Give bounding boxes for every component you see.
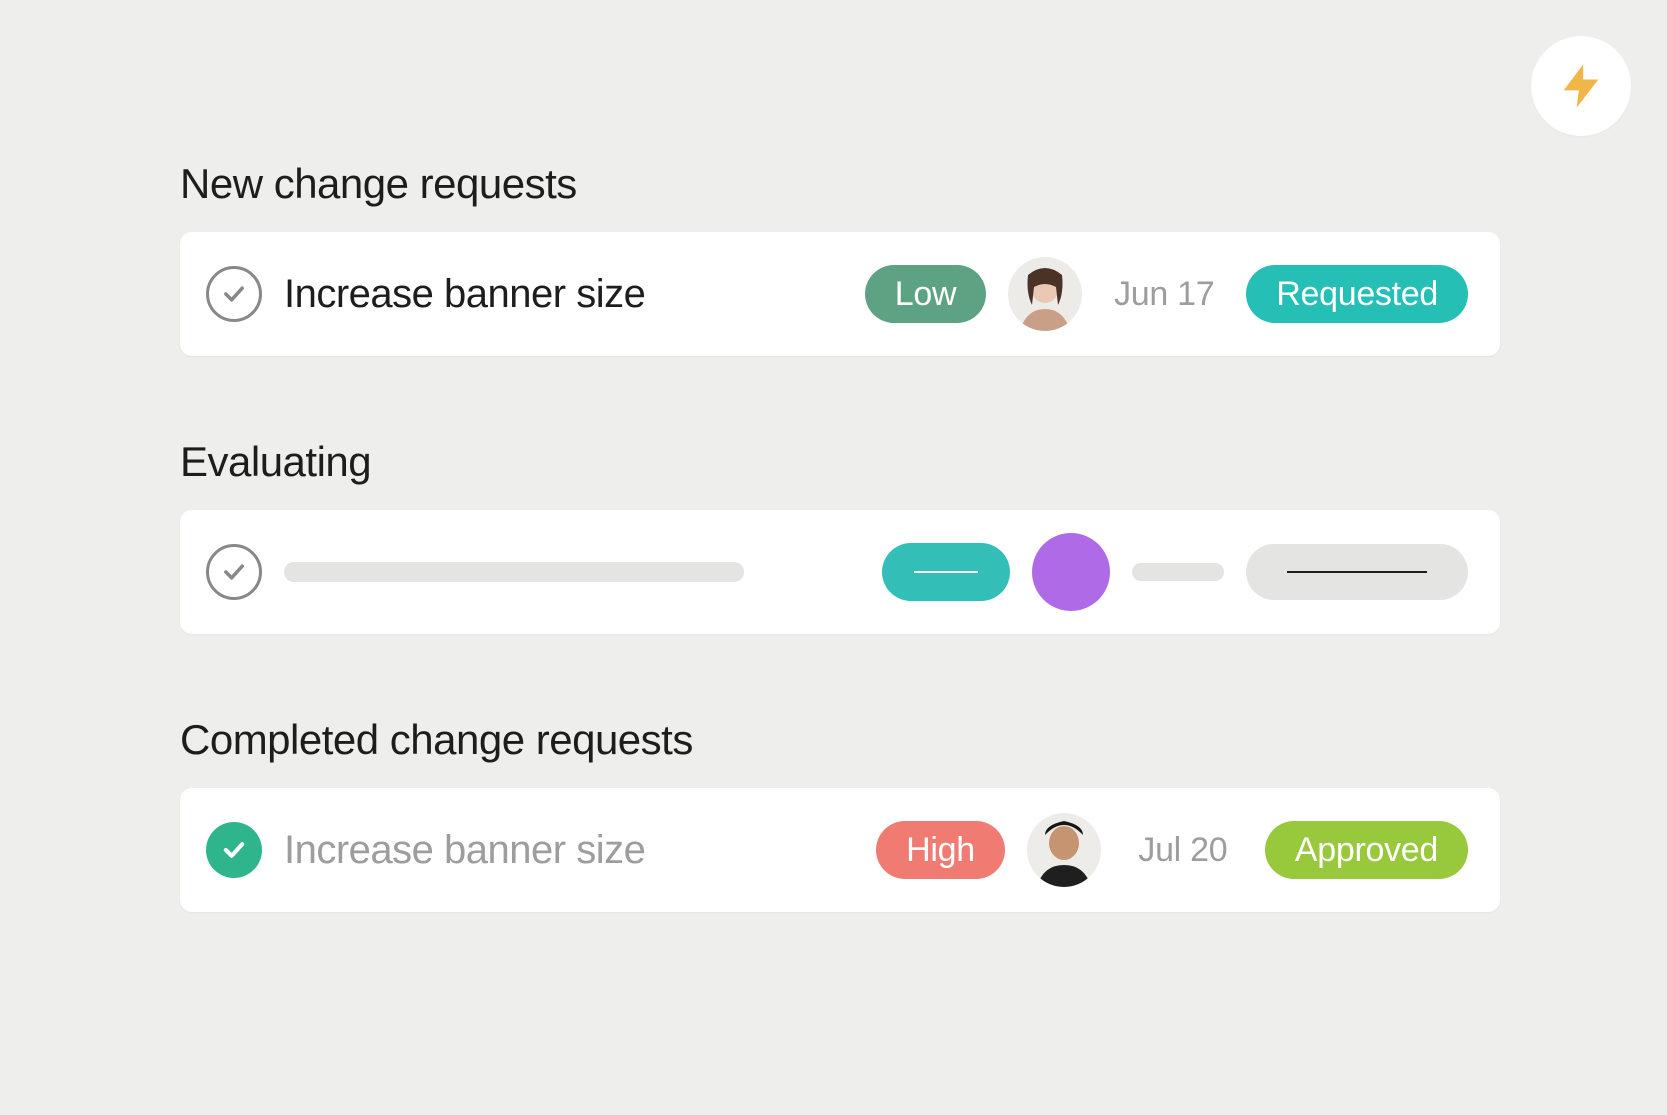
assignee-avatar[interactable]	[1027, 813, 1101, 887]
due-date-placeholder	[1132, 563, 1224, 581]
section-title-evaluating: Evaluating	[180, 438, 1500, 486]
check-icon	[220, 836, 248, 864]
assignee-avatar-placeholder	[1032, 533, 1110, 611]
automation-fab[interactable]	[1531, 36, 1631, 136]
priority-badge[interactable]: Low	[865, 265, 986, 323]
section-completed-change-requests: Completed change requests Increase banne…	[180, 716, 1500, 912]
check-icon	[220, 558, 248, 586]
complete-toggle[interactable]	[206, 266, 262, 322]
complete-toggle[interactable]	[206, 822, 262, 878]
task-row-placeholder[interactable]	[180, 510, 1500, 634]
avatar-icon	[1008, 257, 1082, 331]
status-badge[interactable]: Requested	[1246, 265, 1468, 323]
task-title: Increase banner size	[284, 828, 645, 873]
due-date[interactable]: Jul 20	[1123, 831, 1243, 870]
task-title: Increase banner size	[284, 272, 645, 317]
complete-toggle[interactable]	[206, 544, 262, 600]
section-title-completed: Completed change requests	[180, 716, 1500, 764]
task-row[interactable]: Increase banner size High Jul 20 Appr	[180, 788, 1500, 912]
status-badge-placeholder	[1246, 544, 1468, 600]
check-icon	[220, 280, 248, 308]
task-row[interactable]: Increase banner size Low Jun 17 Reque	[180, 232, 1500, 356]
priority-badge-placeholder	[882, 543, 1010, 601]
assignee-avatar[interactable]	[1008, 257, 1082, 331]
section-new-change-requests: New change requests Increase banner size…	[180, 160, 1500, 356]
status-badge[interactable]: Approved	[1265, 821, 1468, 879]
priority-badge[interactable]: High	[876, 821, 1005, 879]
task-title-placeholder	[284, 562, 744, 582]
avatar-icon	[1027, 813, 1101, 887]
due-date[interactable]: Jun 17	[1104, 275, 1224, 314]
lightning-icon	[1555, 60, 1607, 112]
section-title-new: New change requests	[180, 160, 1500, 208]
section-evaluating: Evaluating	[180, 438, 1500, 634]
